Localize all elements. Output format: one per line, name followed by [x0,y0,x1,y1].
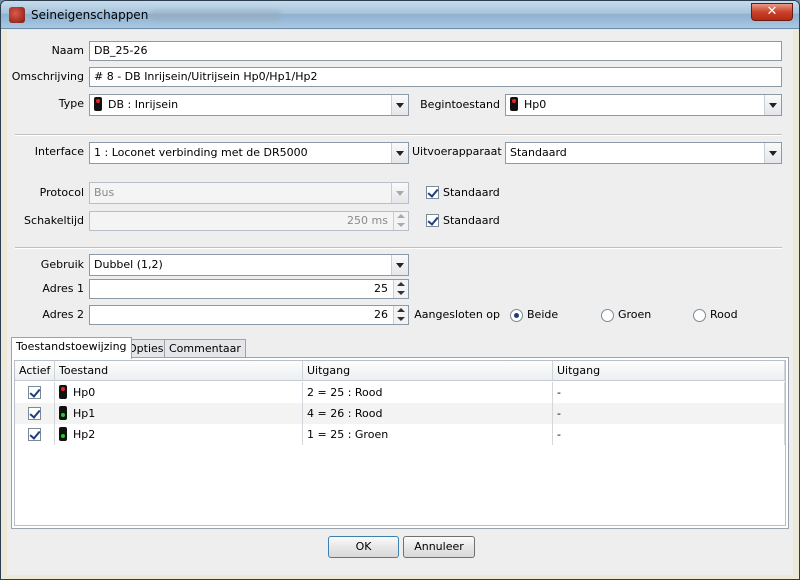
dialog-content: Naam DB_25-26 Omschrijving # 8 - DB Inri… [7,30,793,575]
radio-groen[interactable] [601,309,614,322]
tab-toestandstoewijzing[interactable]: Toestandstoewijzing [11,337,132,359]
spinner-arrows-icon[interactable] [393,280,408,298]
interface-select[interactable]: 1 : Loconet verbinding met de DR5000 [89,142,409,164]
uitvoerapparaat-label: Uitvoerapparaat [412,145,502,158]
chevron-down-icon[interactable] [764,95,781,115]
cell-toestand: Hp2 [55,424,303,445]
uitvoerapparaat-select[interactable]: Standaard [505,142,782,164]
dialog-window: Seineigenschappen ✕ Naam DB_25-26 Omschr… [0,0,800,580]
state-table: Actief Toestand Uitgang Uitgang Hp0 2 = … [14,360,786,526]
signal-icon [59,406,67,420]
schakeltijd-standaard-label: Standaard [443,214,500,227]
adres1-label: Adres 1 [42,282,84,295]
chevron-down-icon[interactable] [391,143,408,163]
cell-actief [15,382,55,403]
table-row[interactable]: Hp1 4 = 26 : Rood - [15,403,785,424]
radio-groen-label: Groen [618,308,652,321]
radio-beide-label: Beide [527,308,559,321]
cell-uitgang-1: 4 = 26 : Rood [303,403,553,424]
type-label: Type [58,97,84,110]
title-redacted-area [151,10,281,20]
signal-icon [59,427,67,441]
signal-app-icon [9,7,25,23]
chevron-down-icon[interactable] [764,143,781,163]
type-value: DB : Inrijsein [108,98,179,111]
adres1-value: 25 [374,282,388,295]
row-actief-checkbox[interactable] [28,407,41,420]
spinner-arrows-icon [393,212,408,230]
schakeltijd-value: 250 ms [347,214,388,227]
title-bar[interactable]: Seineigenschappen ✕ [1,1,799,29]
begintoestand-label: Begintoestand [420,98,500,111]
chevron-down-icon [391,183,408,203]
signal-icon [510,97,518,111]
column-header-uitgang-2[interactable]: Uitgang [553,361,785,381]
column-header-uitgang-1[interactable]: Uitgang [303,361,553,381]
table-row[interactable]: Hp0 2 = 25 : Rood - [15,382,785,403]
cell-toestand: Hp0 [55,382,303,403]
signal-icon [94,97,102,111]
cell-uitgang-2: - [553,424,785,445]
adres2-value: 26 [374,308,388,321]
tab-panel: Actief Toestand Uitgang Uitgang Hp0 2 = … [11,357,789,529]
cell-actief [15,403,55,424]
toestand-value: Hp2 [73,428,96,441]
cell-uitgang-1: 1 = 25 : Groen [303,424,553,445]
ok-button[interactable]: OK [328,536,399,558]
table-row[interactable]: Hp2 1 = 25 : Groen - [15,424,785,445]
row-actief-checkbox[interactable] [28,428,41,441]
adres2-spinner[interactable]: 26 [89,305,409,325]
protocol-standaard-label: Standaard [443,186,500,199]
gebruik-select[interactable]: Dubbel (1,2) [89,254,409,276]
column-header-toestand[interactable]: Toestand [55,361,303,381]
begintoestand-select[interactable]: Hp0 [505,94,782,116]
radio-rood-label: Rood [710,308,738,321]
schakeltijd-spinner: 250 ms [89,211,409,231]
omschrijving-label: Omschrijving [11,70,84,83]
cancel-button[interactable]: Annuleer [403,536,475,558]
interface-label: Interface [34,145,84,158]
gebruik-value: Dubbel (1,2) [94,258,163,271]
cell-uitgang-2: - [553,403,785,424]
naam-input[interactable]: DB_25-26 [89,41,782,61]
interface-value: 1 : Loconet verbinding met de DR5000 [94,146,308,159]
protocol-standaard-checkbox[interactable] [426,186,439,199]
tab-commentaar[interactable]: Commentaar [164,339,246,359]
gebruik-label: Gebruik [40,258,84,271]
radio-rood[interactable] [693,309,706,322]
toestand-value: Hp1 [73,407,96,420]
close-button[interactable]: ✕ [751,3,793,21]
schakeltijd-label: Schakeltijd [24,214,84,227]
chevron-down-icon[interactable] [391,95,408,115]
type-select[interactable]: DB : Inrijsein [89,94,409,116]
naam-label: Naam [51,44,84,57]
adres1-spinner[interactable]: 25 [89,279,409,299]
separator [15,134,782,136]
protocol-select: Bus [89,182,409,204]
uitvoerapparaat-value: Standaard [510,146,567,159]
protocol-value: Bus [94,186,115,199]
protocol-label: Protocol [39,186,84,199]
omschrijving-input[interactable]: # 8 - DB Inrijsein/Uitrijsein Hp0/Hp1/Hp… [89,67,782,87]
separator [15,247,782,249]
cell-actief [15,424,55,445]
chevron-down-icon[interactable] [391,255,408,275]
column-header-actief[interactable]: Actief [15,361,55,381]
begintoestand-value: Hp0 [524,98,547,111]
radio-beide[interactable] [510,309,523,322]
cell-toestand: Hp1 [55,403,303,424]
spinner-arrows-icon[interactable] [393,306,408,324]
cell-uitgang-2: - [553,382,785,403]
aangesloten-label: Aangesloten op [414,308,500,321]
adres2-label: Adres 2 [42,308,84,321]
toestand-value: Hp0 [73,386,96,399]
row-actief-checkbox[interactable] [28,386,41,399]
window-title: Seineigenschappen [31,8,149,22]
schakeltijd-standaard-checkbox[interactable] [426,214,439,227]
cell-uitgang-1: 2 = 25 : Rood [303,382,553,403]
signal-icon [59,385,67,399]
